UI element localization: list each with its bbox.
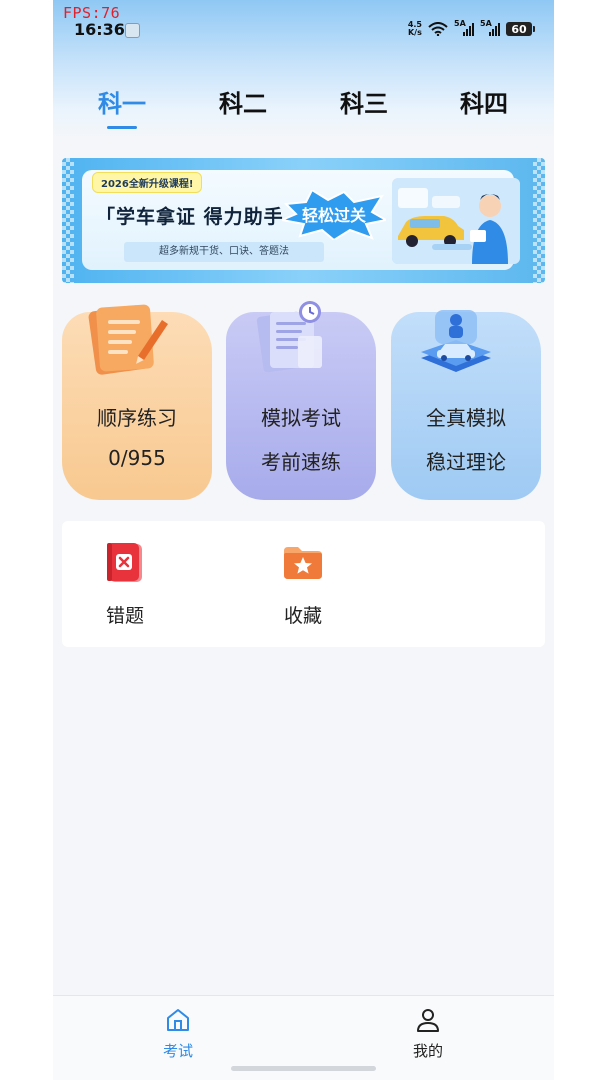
card-sequential-practice[interactable]: 顺序练习 0/955	[62, 304, 212, 500]
app-screen: FPS:76 16:36 4.5 K/s 5A 5A 60 科一 科二 科三 科…	[53, 0, 554, 1080]
wrong-questions-label: 错题	[105, 605, 144, 627]
tab-subject-2[interactable]: 科二	[203, 84, 283, 119]
wrong-book-icon	[107, 543, 142, 582]
tools-panel: 错题 收藏	[62, 521, 545, 647]
active-tab-indicator	[107, 126, 137, 129]
wifi-icon	[428, 22, 448, 36]
home-indicator[interactable]	[231, 1066, 376, 1071]
promo-banner[interactable]: 2026全新升级课程! 「学车拿证 得力助手 轻松过关 超多新规干货、口诀、答题…	[62, 158, 545, 283]
banner-burst-icon: 轻松过关	[282, 190, 386, 240]
banner-title: 「学车拿证 得力助手	[96, 206, 284, 228]
nav-exam[interactable]: 考试	[143, 1006, 213, 1061]
favorites-label: 收藏	[283, 605, 322, 627]
card-subtitle: 稳过理论	[426, 450, 506, 474]
sim1-label: 5A	[454, 19, 466, 28]
notification-icon	[125, 23, 140, 38]
user-icon	[417, 1009, 439, 1032]
card-progress: 0/955	[108, 446, 166, 470]
status-indicators: 4.5 K/s 5A 5A 60	[408, 19, 535, 38]
battery-icon: 60	[506, 22, 535, 36]
card-title: 顺序练习	[97, 406, 177, 430]
signal-sim2-icon: 5A	[480, 19, 500, 36]
banner-checker-right	[533, 158, 545, 283]
car-instructor-illustration	[392, 178, 520, 264]
tab-subject-4[interactable]: 科四	[444, 84, 524, 119]
subject-tabs: 科一 科二 科三 科四	[53, 84, 554, 130]
nav-mine[interactable]: 我的	[393, 1006, 463, 1061]
banner-subtitle: 超多新规干货、口诀、答题法	[124, 242, 324, 262]
driving-car-platform-icon	[421, 310, 491, 372]
card-title: 全真模拟	[426, 406, 506, 430]
sim2-label: 5A	[480, 19, 492, 28]
card-subtitle: 考前速练	[261, 450, 341, 474]
tab-subject-3[interactable]: 科三	[324, 84, 404, 119]
network-speed: 4.5 K/s	[408, 21, 422, 37]
documents-clock-icon	[256, 301, 322, 373]
wrong-questions-button[interactable]: 错题	[80, 541, 170, 628]
banner-tag: 2026全新升级课程!	[92, 172, 203, 193]
notebook-pencil-icon	[88, 304, 168, 375]
card-title: 模拟考试	[261, 406, 341, 430]
banner-checker-left	[62, 158, 74, 283]
favorites-button[interactable]: 收藏	[258, 541, 348, 628]
network-speed-unit: K/s	[407, 28, 422, 37]
banner-highlight: 轻松过关	[302, 206, 366, 225]
card-mock-exam[interactable]: 模拟考试 考前速练	[226, 301, 376, 500]
card-real-simulation[interactable]: 全真模拟 稳过理论	[391, 310, 541, 500]
nav-exam-label: 考试	[162, 1042, 193, 1060]
status-time: 16:36	[74, 20, 125, 39]
tab-subject-1[interactable]: 科一	[82, 84, 162, 119]
nav-mine-label: 我的	[412, 1042, 443, 1060]
star-folder-icon	[284, 547, 322, 579]
home-icon	[167, 1009, 189, 1031]
signal-sim1-icon: 5A	[454, 19, 474, 36]
